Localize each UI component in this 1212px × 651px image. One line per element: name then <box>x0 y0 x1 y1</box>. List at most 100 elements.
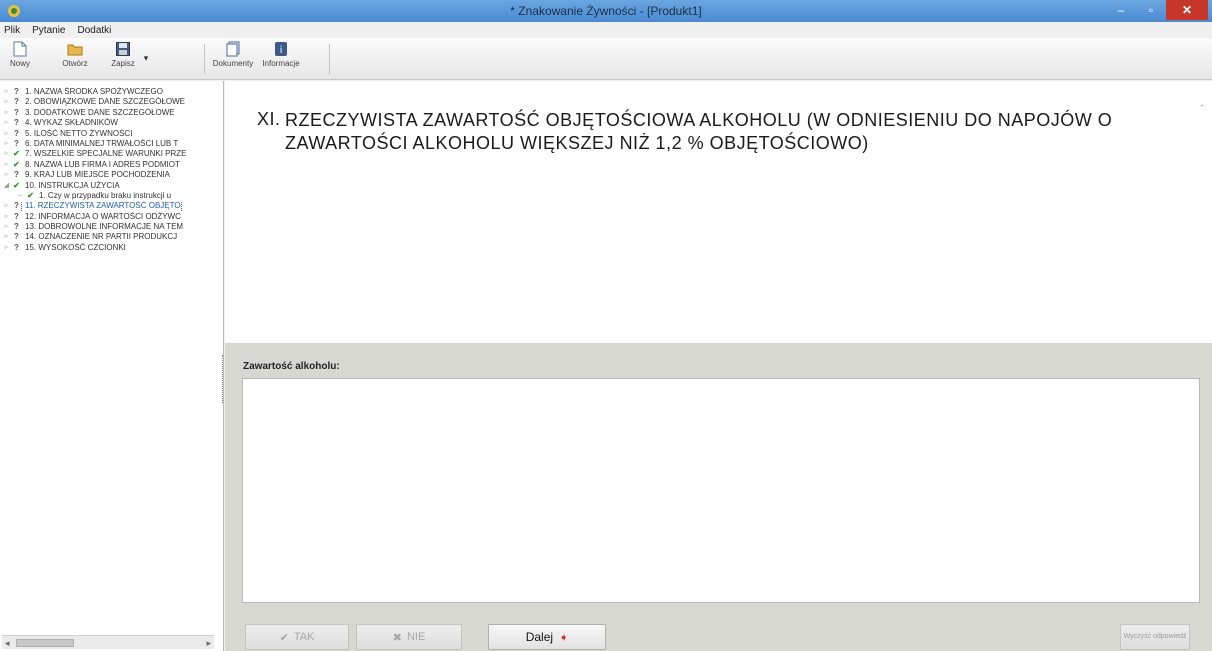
close-button[interactable]: ✕ <box>1166 0 1208 20</box>
toolbar: Nowy Otwórz Zapisz ▾ Dokumenty i Informa… <box>0 38 1212 80</box>
tree-item-label: 4. WYKAZ SKŁADNIKÓW <box>25 118 118 128</box>
status-icon: ? <box>14 128 19 138</box>
window-title: * Znakowanie Żywności - [Produkt1] <box>510 4 702 18</box>
tree-item-selected[interactable]: ▹? 11. RZECZYWISTA ZAWARTOŚĆ OBJĘTO <box>2 201 224 212</box>
tree-item-label: 5. ILOŚĆ NETTO ŻYWNOŚCI <box>25 128 133 138</box>
question-panel: XI. RZECZYWISTA ZAWARTOŚĆ OBJĘTOŚCIOWA A… <box>225 81 1212 343</box>
arrow-right-icon: ➧ <box>559 631 569 644</box>
new-button[interactable]: Nowy <box>6 41 34 77</box>
tree-expander: ▹ <box>4 119 9 127</box>
tree-item-label: 11. RZECZYWISTA ZAWARTOŚĆ OBJĘTO <box>21 201 182 212</box>
next-button[interactable]: Dalej ➧ <box>488 624 606 650</box>
tree-expander: ▹ <box>4 233 9 241</box>
clear-answer-label: Wyczyść odpowiedź <box>1123 633 1187 640</box>
tree-expander: ▹ <box>4 150 9 158</box>
toolbar-separator <box>204 44 205 74</box>
title-bar: * Znakowanie Żywności - [Produkt1] – ▫ ✕ <box>0 0 1212 22</box>
scroll-up-icon[interactable]: ⌃ <box>1198 103 1206 114</box>
check-icon: ✔ <box>279 631 289 644</box>
tree-item-label: 3. DODATKOWE DANE SZCZEGÓŁOWE <box>25 107 175 117</box>
horizontal-scrollbar[interactable]: ◂ ▸ <box>2 635 214 649</box>
tree-expander: ▹ <box>4 108 9 116</box>
tree-item-label: 15. WYSOKOŚĆ CZCIONKI <box>25 242 126 252</box>
tree-expander: ▹ <box>4 160 9 168</box>
tree-item-label: 2. OBOWIĄZKOWE DANE SZCZEGÓŁOWE <box>25 97 186 107</box>
scroll-right-icon[interactable]: ▸ <box>206 638 211 649</box>
documents-icon <box>226 41 240 57</box>
tree-expander: ▹ <box>4 129 9 137</box>
alcohol-content-input[interactable] <box>242 378 1200 603</box>
tree-item[interactable]: ▹? 6. DATA MINIMALNEJ TRWAŁOŚCI LUB T <box>2 139 224 149</box>
status-icon: ? <box>14 97 19 107</box>
status-icon: ? <box>14 211 19 221</box>
tree-item-label: 1. Czy w przypadku braku instrukcji u <box>39 190 172 200</box>
tree-item[interactable]: ▹? 4. WYKAZ SKŁADNIKÓW <box>2 118 224 128</box>
answer-label: Zawartość alkoholu: <box>243 361 340 372</box>
status-icon: ? <box>14 242 19 252</box>
check-icon: ✔ <box>13 149 20 159</box>
save-disk-icon <box>116 42 130 56</box>
next-button-label: Dalej <box>525 630 554 644</box>
new-document-icon <box>13 41 27 57</box>
scroll-left-icon[interactable]: ◂ <box>5 638 10 649</box>
tree-item[interactable]: ◢ ✔ 10. INSTRUKCJA UŻYCIA <box>2 181 224 191</box>
status-icon: ? <box>14 201 19 211</box>
question-tree: ▹? 1. NAZWA ŚRODKA SPOŻYWCZEGO ▹? 2. OBOWI… <box>2 87 224 253</box>
yes-button[interactable]: ✔ TAK <box>245 624 349 650</box>
save-dropdown[interactable]: ▾ <box>140 41 152 77</box>
tree-expander: ▹ <box>4 243 9 251</box>
status-icon: ? <box>14 232 19 242</box>
tree-child-item[interactable]: – ✔ 1. Czy w przypadku braku instrukcji u <box>2 191 224 201</box>
open-folder-icon <box>67 44 83 56</box>
documents-button[interactable]: Dokumenty <box>208 41 258 77</box>
tree-item-label: 6. DATA MINIMALNEJ TRWAŁOŚCI LUB T <box>25 138 179 148</box>
check-icon: ✔ <box>13 159 20 169</box>
sidebar-tree-panel: ▹? 1. NAZWA ŚRODKA SPOŻYWCZEGO ▹? 2. OBOWI… <box>0 81 224 651</box>
tree-item-label: 13. DOBROWOLNE INFORMACJE NA TEM <box>25 222 184 232</box>
main-content: XI. RZECZYWISTA ZAWARTOŚĆ OBJĘTOŚCIOWA A… <box>225 81 1212 651</box>
toolbar-separator <box>329 44 330 74</box>
window-controls: – ▫ ✕ <box>1106 0 1208 20</box>
tree-expander: ▹ <box>4 212 9 220</box>
tree-item[interactable]: ▹ ✔ 7. WSZELKIE SPECJALNE WARUNKI PRZE <box>2 149 224 159</box>
tree-expander: ▹ <box>4 98 9 106</box>
tree-item[interactable]: ▹? 15. WYSOKOŚĆ CZCIONKI <box>2 243 224 253</box>
cross-icon: ✖ <box>392 631 402 644</box>
check-icon: ✔ <box>13 180 20 190</box>
tree-item[interactable]: ▹? 13. DOBROWOLNE INFORMACJE NA TEM <box>2 222 224 232</box>
status-icon: ? <box>14 170 19 180</box>
tree-expander-open[interactable]: ◢ <box>2 181 11 191</box>
tree-item[interactable]: ▹? 9. KRAJ LUB MIEJSCE POCHODZENIA <box>2 170 224 180</box>
scroll-thumb[interactable] <box>16 639 74 647</box>
status-icon: ? <box>14 118 19 128</box>
tree-item[interactable]: ▹? 14. OZNACZENIE NR PARTII PRODUKCJ <box>2 232 224 242</box>
open-button[interactable]: Otwórz <box>58 41 92 77</box>
tree-item[interactable]: ▹? 3. DODATKOWE DANE SZCZEGÓŁOWE <box>2 108 224 118</box>
tree-item[interactable]: ▹ ✔ 8. NAZWA LUB FIRMA I ADRES PODMIOT <box>2 160 224 170</box>
tree-item[interactable]: ▹? 5. ILOŚĆ NETTO ŻYWNOŚCI <box>2 129 224 139</box>
tree-item[interactable]: ▹? 2. OBOWIĄZKOWE DANE SZCZEGÓŁOWE <box>2 97 224 107</box>
save-button[interactable]: Zapisz <box>108 41 138 77</box>
tree-line-icon: – <box>18 191 23 199</box>
tree-item-label: 7. WSZELKIE SPECJALNE WARUNKI PRZE <box>25 149 187 159</box>
clear-answer-button[interactable]: Wyczyść odpowiedź <box>1120 624 1190 650</box>
no-button[interactable]: ✖ NIE <box>356 624 462 650</box>
menu-pytanie[interactable]: Pytanie <box>32 25 65 36</box>
status-icon: ? <box>14 87 19 96</box>
tree-item[interactable]: ▹? 12. INFORMACJA O WARTOŚCI ODŻYWC <box>2 212 224 222</box>
maximize-button[interactable]: ▫ <box>1136 0 1166 20</box>
minimize-button[interactable]: – <box>1106 0 1136 20</box>
menu-bar: Plik Pytanie Dodatki <box>0 22 1212 38</box>
menu-plik[interactable]: Plik <box>4 25 20 36</box>
info-button[interactable]: i Informacje <box>256 41 306 77</box>
status-icon: ? <box>14 138 19 148</box>
tree-item[interactable]: ▹? 1. NAZWA ŚRODKA SPOŻYWCZEGO <box>2 87 224 97</box>
tree-expander: ▹ <box>4 88 9 95</box>
question-text: RZECZYWISTA ZAWARTOŚĆ OBJĘTOŚCIOWA ALKOH… <box>285 110 1113 153</box>
svg-text:i: i <box>280 45 283 56</box>
menu-dodatki[interactable]: Dodatki <box>77 25 111 36</box>
no-button-label: NIE <box>406 631 426 643</box>
tree-item-label: 10. INSTRUKCJA UŻYCIA <box>25 180 120 190</box>
tree-item-label: 1. NAZWA ŚRODKA SPOŻYWCZEGO <box>25 87 163 96</box>
tree-expander: ▹ <box>4 202 9 210</box>
